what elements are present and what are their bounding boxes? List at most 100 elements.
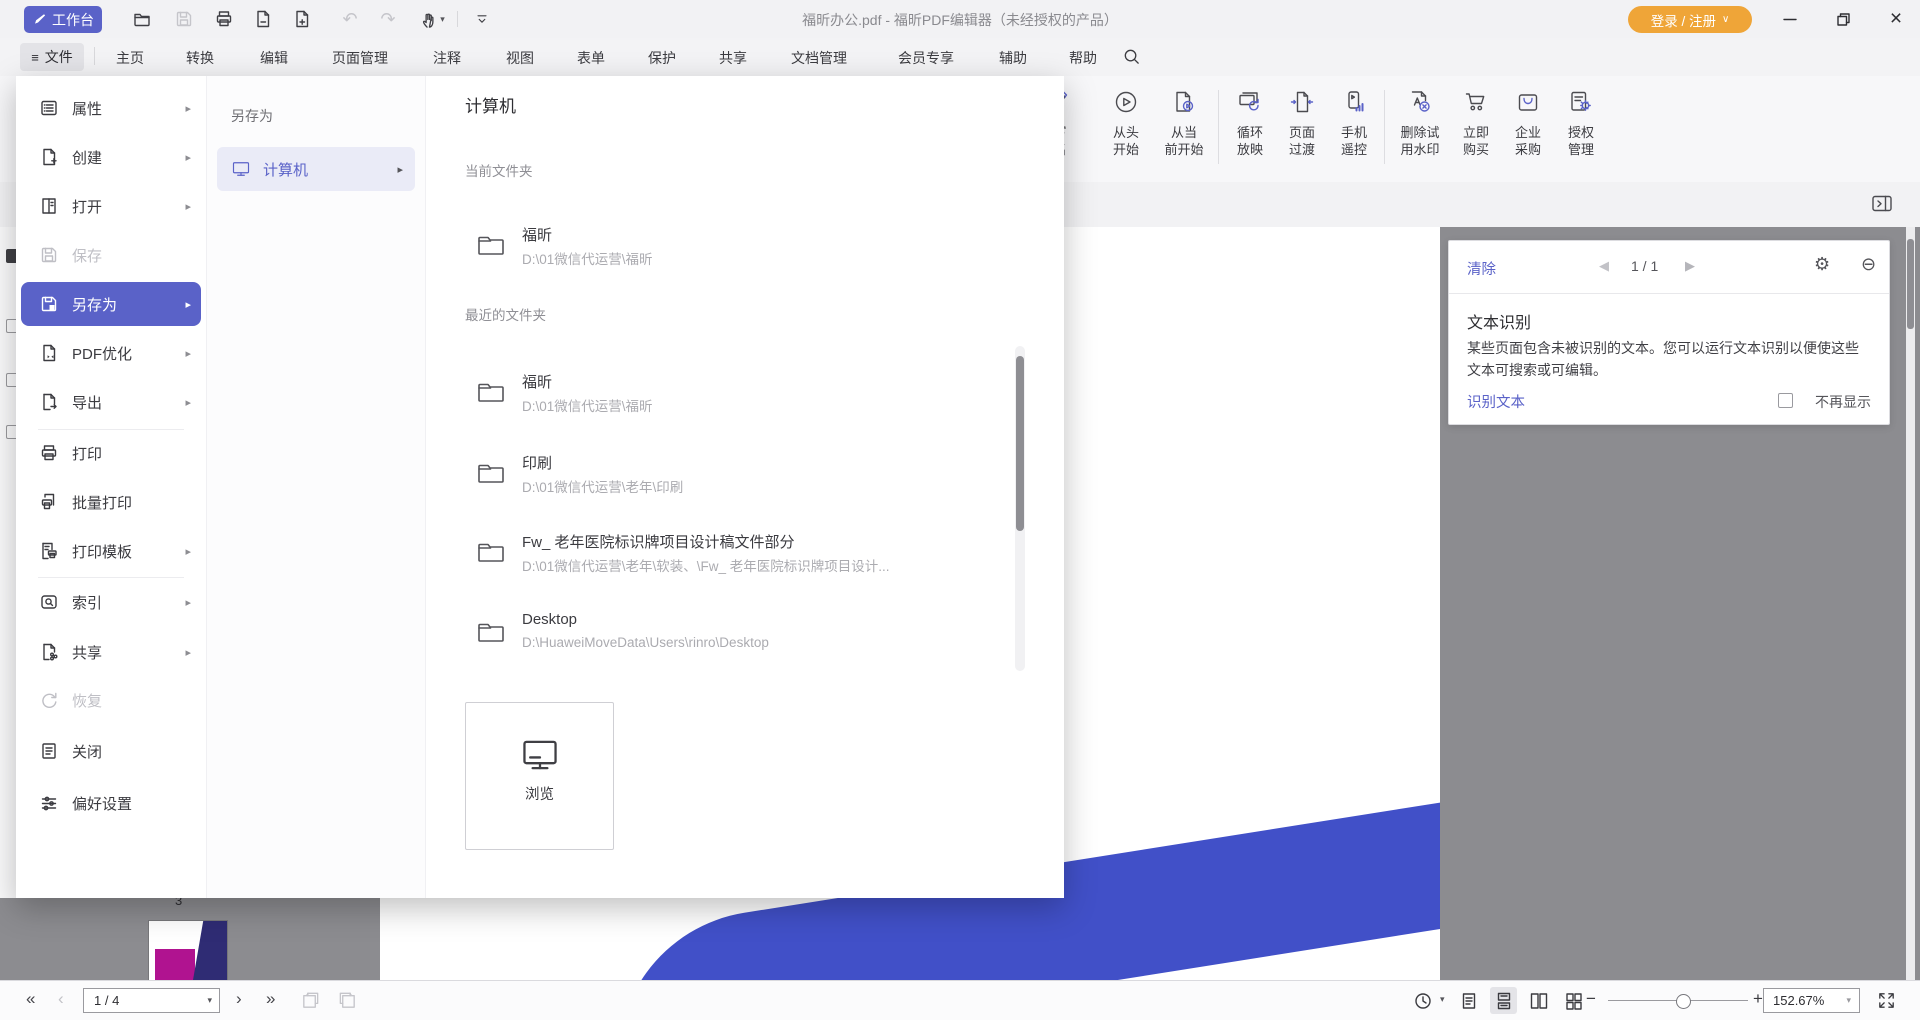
clear-link[interactable]: 清除 (1467, 258, 1496, 279)
print-icon[interactable] (210, 7, 238, 31)
file-menu-item-export[interactable]: 导出 ▸ (21, 380, 201, 424)
fullscreen-icon[interactable] (1876, 990, 1897, 1011)
submenu-arrow-icon: ▸ (185, 347, 191, 360)
file-menu-item-create[interactable]: 创建 ▸ (21, 135, 201, 179)
ribbon-remove-watermark[interactable]: 删除试 用水印 (1390, 86, 1450, 158)
save-as-computer-item[interactable]: 计算机 ▸ (217, 147, 415, 191)
menu-member[interactable]: 会员专享 (898, 48, 954, 68)
file-menu-item-share[interactable]: 共享 ▸ (21, 630, 201, 674)
file-menu-item-print-template[interactable]: 打印模板 ▸ (21, 529, 201, 573)
folder-row-current[interactable]: 福昕 D:\01微信代运营\福昕 (466, 222, 1026, 278)
scrollbar-thumb[interactable] (1907, 239, 1914, 329)
remove-page-icon[interactable] (249, 7, 277, 31)
menu-edit[interactable]: 编辑 (260, 48, 288, 68)
file-menu-item-properties[interactable]: 属性 ▸ (21, 86, 201, 130)
zoom-level-box[interactable]: 152.67% ▾ (1763, 988, 1860, 1013)
panel-icon-sliver[interactable] (6, 249, 16, 263)
login-register-button[interactable]: 登录 / 注册 ∨ (1628, 6, 1752, 33)
redo-icon[interactable]: ↷ (374, 7, 402, 31)
menu-page-manage[interactable]: 页面管理 (332, 48, 388, 68)
vertical-scrollbar[interactable] (1906, 227, 1915, 980)
browse-label: 浏览 (525, 787, 554, 803)
ribbon-play-from-start[interactable]: 从头 开始 (1098, 86, 1154, 158)
recognize-text-link[interactable]: 识别文本 (1467, 391, 1525, 412)
ribbon-license-manage[interactable]: 授权 管理 (1553, 86, 1609, 158)
menu-share[interactable]: 共享 (719, 48, 747, 68)
facing-view-icon[interactable] (1525, 987, 1552, 1014)
browse-button[interactable]: 浏览 (465, 702, 614, 850)
ribbon-page-transition[interactable]: 页面 过渡 (1274, 86, 1330, 158)
hand-tool-icon[interactable]: ▾ (412, 7, 452, 31)
page-number-box[interactable]: 1 / 4 ▾ (83, 988, 220, 1013)
menu-file[interactable]: ≡ 文件 (20, 43, 84, 71)
menu-file-label: 文件 (44, 49, 73, 65)
restore-button[interactable] (1828, 6, 1858, 32)
folder-row-recent[interactable]: 印刷 D:\01微信代运营\老年\印刷 (466, 450, 1026, 506)
menu-home[interactable]: 主页 (116, 48, 144, 68)
ribbon-enterprise-purchase[interactable]: 企业 采购 (1500, 86, 1556, 158)
next-view-icon[interactable] (337, 990, 358, 1011)
scrollbar-thumb[interactable] (1016, 356, 1024, 531)
ribbon-loop-playback[interactable]: 循环 放映 (1222, 86, 1278, 158)
menu-comment[interactable]: 注释 (433, 48, 461, 68)
file-menu-item-open[interactable]: 打开 ▸ (21, 184, 201, 228)
panel-toggle-icon[interactable] (1870, 192, 1894, 216)
single-page-view-icon[interactable] (1455, 987, 1482, 1014)
collapse-icon[interactable]: ⊖ (1861, 254, 1876, 275)
file-menu-item-batch-print[interactable]: 批量打印 (21, 480, 201, 524)
menu-form[interactable]: 表单 (577, 48, 605, 68)
menu-view[interactable]: 视图 (506, 48, 534, 68)
folder-row-recent[interactable]: Fw_ 老年医院标识牌项目设计稿文件部分 D:\01微信代运营\老年\软装、\F… (466, 529, 1026, 585)
recent-folders-label: 最近的文件夹 (465, 308, 546, 323)
file-menu-item-save[interactable]: 保存 (21, 233, 201, 277)
page-thumbnail[interactable] (149, 921, 227, 980)
continuous-view-icon[interactable] (1490, 987, 1517, 1014)
workspace-button[interactable]: 工作台 (24, 6, 102, 33)
zoom-slider-thumb[interactable] (1676, 994, 1691, 1009)
prev-page-icon[interactable]: ◀ (1599, 258, 1609, 274)
file-menu-item-save-as[interactable]: 另存为 ▸ (21, 282, 201, 326)
reading-history-icon[interactable] (1413, 991, 1433, 1011)
first-page-icon[interactable]: « (26, 989, 35, 1009)
prev-view-icon[interactable] (300, 990, 321, 1011)
customize-toolbar-icon[interactable] (468, 7, 496, 31)
minimize-button[interactable] (1775, 6, 1805, 32)
gear-icon[interactable]: ⚙ (1814, 254, 1830, 275)
folder-row-recent[interactable]: Desktop D:\HuaweiMoveData\Users\rinro\De… (466, 609, 1026, 665)
dropdown-caret-icon[interactable]: ▾ (1440, 994, 1445, 1005)
menu-protect[interactable]: 保护 (648, 48, 676, 68)
undo-icon[interactable]: ↶ (336, 7, 364, 31)
next-page-icon[interactable]: › (236, 989, 242, 1009)
grid-view-icon[interactable] (1560, 987, 1587, 1014)
menu-assist[interactable]: 辅助 (999, 48, 1027, 68)
menu-help[interactable]: 帮助 (1069, 48, 1097, 68)
open-icon (38, 195, 60, 217)
file-menu-item-pdf-optimize[interactable]: PDF优化 ▸ (21, 331, 201, 375)
folder-row-recent[interactable]: 福昕 D:\01微信代运营\福昕 (466, 369, 1026, 425)
open-folder-icon[interactable] (128, 7, 156, 31)
last-page-icon[interactable]: » (266, 989, 275, 1009)
folder-list-scrollbar[interactable] (1015, 346, 1025, 671)
index-icon (38, 591, 60, 613)
submenu-arrow-icon: ▸ (185, 646, 191, 659)
menu-convert[interactable]: 转换 (186, 48, 214, 68)
file-menu-item-index[interactable]: 索引 ▸ (21, 580, 201, 624)
prev-page-icon[interactable]: ‹ (58, 989, 64, 1009)
file-menu-item-print[interactable]: 打印 (21, 431, 201, 475)
search-icon[interactable] (1122, 47, 1141, 66)
close-button[interactable]: × (1881, 6, 1911, 32)
menu-doc-manage[interactable]: 文档管理 (791, 48, 847, 68)
zoom-in-button[interactable]: + (1753, 989, 1763, 1009)
dismiss-checkbox[interactable] (1778, 393, 1793, 413)
new-doc-icon[interactable] (288, 7, 316, 31)
ribbon-buy-now[interactable]: 立即 购买 (1448, 86, 1504, 158)
next-page-icon[interactable]: ▶ (1685, 258, 1695, 274)
dismiss-label: 不再显示 (1815, 394, 1871, 410)
ribbon-play-from-current[interactable]: 从当 前开始 (1156, 86, 1212, 158)
file-menu-item-restore[interactable]: 恢复 (21, 678, 201, 722)
zoom-out-button[interactable]: − (1586, 989, 1596, 1009)
ribbon-phone-remote[interactable]: 手机 遥控 (1326, 86, 1382, 158)
file-menu-item-preferences[interactable]: 偏好设置 (21, 781, 201, 825)
file-menu-item-close[interactable]: 关闭 (21, 729, 201, 773)
save-icon[interactable] (170, 7, 198, 31)
